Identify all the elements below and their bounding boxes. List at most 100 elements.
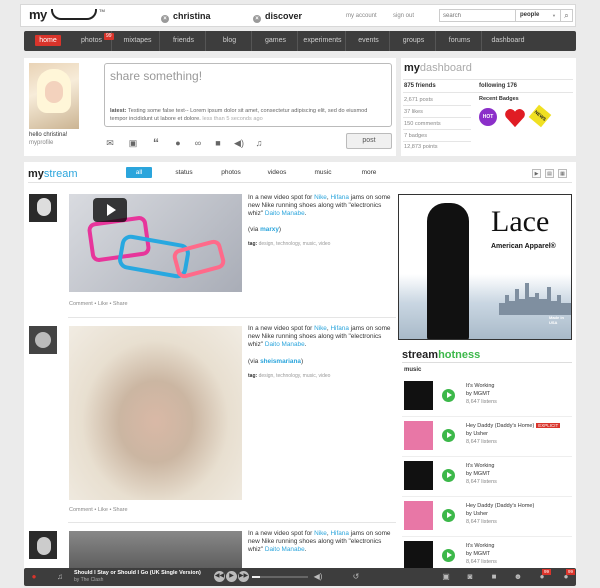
next-icon[interactable]: ▶▶ [238, 571, 249, 582]
chat-icon[interactable]: ● [172, 138, 184, 148]
hot-badge-icon[interactable]: HOT [479, 108, 497, 126]
user-christina-link[interactable]: × christina [161, 11, 211, 23]
grid-view-icon[interactable]: ▦ [558, 169, 567, 178]
play-icon[interactable] [442, 429, 455, 442]
link-hifana[interactable]: Hifana [330, 325, 348, 332]
search-icon[interactable]: ⌕ [560, 10, 572, 21]
quote-icon[interactable]: “ [150, 137, 162, 149]
progress-bar[interactable] [252, 576, 308, 578]
stat-points[interactable]: 12,873 points [404, 144, 438, 150]
avatar[interactable] [29, 63, 79, 129]
tab-videos[interactable]: videos [262, 167, 292, 178]
track-title[interactable]: It's Working [466, 543, 494, 549]
stat-likes[interactable]: 37 likes [404, 109, 423, 115]
nav-groups[interactable]: groups [392, 31, 436, 51]
nav-friends[interactable]: friends [162, 31, 206, 51]
post-actions[interactable]: Comment • Like • Share [69, 507, 128, 513]
stat-badges[interactable]: 7 badges [404, 133, 427, 139]
post-actions[interactable]: Comment • Like • Share [69, 301, 128, 307]
photo-icon[interactable]: ▣ [127, 138, 139, 148]
repeat-icon[interactable]: ↺ [350, 571, 362, 583]
nav-events[interactable]: events [348, 31, 390, 51]
track-artist[interactable]: by MGMT [466, 551, 490, 557]
link-hifana[interactable]: Hifana [330, 194, 348, 201]
stat-posts[interactable]: 2,671 posts [404, 97, 433, 103]
track-artist[interactable]: by Usher [466, 511, 488, 517]
tab-more[interactable]: more [354, 167, 384, 178]
link-daito-manabe[interactable]: Daito Manabe [265, 546, 305, 553]
following-count[interactable]: following 176 [479, 83, 517, 89]
stat-comments[interactable]: 150 comments [404, 121, 441, 127]
heart-badge-icon[interactable] [504, 108, 526, 128]
logo[interactable]: my [29, 7, 47, 22]
post-image[interactable] [69, 326, 242, 500]
track-artist[interactable]: by MGMT [466, 471, 490, 477]
search-input[interactable] [443, 11, 511, 21]
track-artist[interactable]: by Usher [466, 431, 488, 437]
track-item[interactable]: Hey Daddy (Daddy's Home) EXPLICIT by Ushe… [402, 419, 572, 457]
volume-icon[interactable]: ◀) [312, 571, 324, 583]
play-icon[interactable]: ▶ [226, 571, 237, 582]
nav-forums[interactable]: forums [438, 31, 482, 51]
discover-link[interactable]: × discover [253, 11, 302, 23]
close-icon[interactable]: × [161, 15, 169, 23]
tab-status[interactable]: status [170, 167, 198, 178]
play-icon[interactable] [442, 469, 455, 482]
share-input[interactable]: share something! latest: Testing some fa… [104, 63, 392, 127]
track-title[interactable]: It's Working [466, 463, 494, 469]
mail-icon[interactable]: ✉ [104, 138, 116, 148]
nav-experiments[interactable]: experiments [300, 31, 346, 51]
track-item[interactable]: It's Working by MGMT 8,647 listens [402, 379, 572, 417]
link-nike[interactable]: Nike [314, 530, 327, 537]
track-title[interactable]: It's Working [466, 383, 494, 389]
news-badge-icon[interactable]: NEWS [528, 104, 552, 128]
post-avatar[interactable] [29, 531, 57, 559]
link-daito-manabe[interactable]: Daito Manabe [265, 341, 305, 348]
list-view-icon[interactable]: ▤ [545, 169, 554, 178]
nav-dashboard[interactable]: dashboard [484, 31, 532, 51]
play-icon[interactable] [442, 509, 455, 522]
play-icon[interactable] [93, 198, 127, 222]
music-icon[interactable]: ♫ [54, 571, 66, 583]
friends-count[interactable]: 875 friends [404, 83, 436, 89]
track-item[interactable]: It's Working by MGMT 8,647 listens [402, 459, 572, 497]
track-title[interactable]: Hey Daddy (Daddy's Home) [466, 503, 534, 509]
link-nike[interactable]: Nike [314, 194, 327, 201]
track-title[interactable]: Hey Daddy (Daddy's Home) EXPLICIT [466, 423, 561, 429]
nav-home[interactable]: home [30, 31, 66, 51]
photo-icon[interactable]: ▣ [440, 571, 452, 583]
via-user-link[interactable]: marxy [260, 226, 279, 233]
video-icon[interactable]: ■ [488, 571, 500, 583]
link-icon[interactable]: ∞ [192, 138, 204, 148]
play-icon[interactable] [442, 549, 455, 562]
search-scope-select[interactable]: people ▼ [515, 10, 559, 21]
video-icon[interactable]: ■ [212, 138, 224, 148]
nav-blog[interactable]: blog [208, 31, 252, 51]
music-icon[interactable]: ♫ [253, 138, 265, 148]
post-avatar[interactable] [29, 326, 57, 354]
track-artist[interactable]: by MGMT [466, 391, 490, 397]
audio-icon[interactable]: ◀) [233, 138, 245, 148]
advertisement[interactable]: Lace American Apparel® Made in USA [398, 194, 572, 340]
close-icon[interactable]: × [253, 15, 261, 23]
previous-icon[interactable]: ◀◀ [214, 571, 225, 582]
users-icon[interactable]: ☻ [512, 571, 524, 583]
tab-photos[interactable]: photos [216, 167, 246, 178]
nav-mixtapes[interactable]: mixtapes [116, 31, 160, 51]
via-user-link[interactable]: sheismariana [260, 358, 301, 365]
tab-all[interactable]: all [126, 167, 152, 178]
link-hifana[interactable]: Hifana [330, 530, 348, 537]
my-account-link[interactable]: my account [346, 13, 377, 19]
post-avatar[interactable] [29, 194, 57, 222]
nav-games[interactable]: games [254, 31, 298, 51]
play-icon[interactable] [442, 389, 455, 402]
play-view-icon[interactable]: ▶ [532, 169, 541, 178]
tab-music[interactable]: music [308, 167, 338, 178]
link-nike[interactable]: Nike [314, 325, 327, 332]
camera-icon[interactable]: ◙ [464, 571, 476, 583]
track-item[interactable]: Hey Daddy (Daddy's Home) by Usher 8,647 … [402, 499, 572, 537]
sign-out-link[interactable]: sign out [393, 13, 414, 19]
post-button[interactable]: post [346, 133, 392, 149]
record-icon[interactable]: ● [28, 571, 40, 583]
myprofile-link[interactable]: myprofile [29, 140, 53, 146]
